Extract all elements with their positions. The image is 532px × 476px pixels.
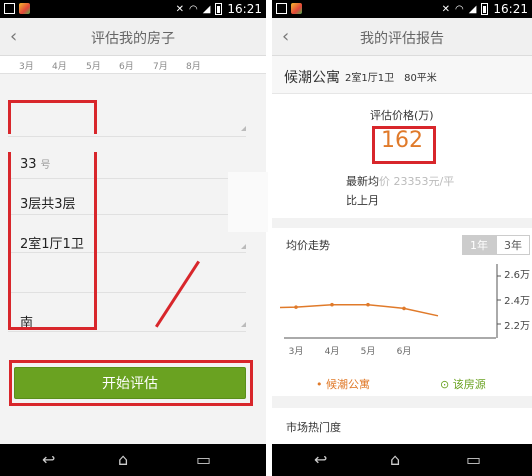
image-icon — [4, 3, 15, 14]
recents-nav-icon[interactable]: ▭ — [196, 450, 211, 469]
battery-icon — [481, 3, 489, 15]
data-point — [366, 302, 370, 307]
month-label: 8月 — [186, 62, 201, 72]
back-nav-icon[interactable]: ↩ — [42, 450, 55, 469]
dropdown-indicator-icon[interactable] — [241, 244, 246, 249]
series-line — [279, 303, 439, 317]
page-title: 我的评估报告 — [360, 31, 444, 47]
data-point — [330, 302, 334, 307]
x-tick-label: 4月 — [325, 346, 340, 357]
month-label: 6月 — [119, 62, 134, 72]
latest-average-value: 价 23353元/平 — [379, 175, 455, 188]
status-left — [276, 3, 302, 14]
signal-icon: ◢ — [202, 3, 211, 15]
back-nav-icon[interactable]: ↩ — [314, 450, 327, 469]
x-label-layer: 3月 4月 5月 6月 — [289, 346, 412, 357]
status-right: ✕ ◠ ◢ 16:21 — [442, 2, 528, 16]
data-point — [294, 305, 298, 309]
battery-icon — [215, 3, 223, 15]
status-bar: ✕ ◠ ◢ 16:21 — [272, 0, 532, 18]
x-tick-label: 5月 — [361, 346, 376, 357]
phone-left-screen: ✕ ◠ ◢ 16:21 ‹ 评估我的房子 3月 4月 5月 6月 7月 8月 3… — [0, 0, 266, 476]
market-heat-card: 市场热门度 — [272, 408, 532, 444]
status-time: 16:21 — [227, 2, 262, 16]
gap-highlight — [228, 172, 268, 232]
month-compare: 比上月 — [346, 194, 379, 207]
mute-icon: ✕ — [175, 3, 184, 15]
latest-average: 最新均价 23353元/平 — [346, 173, 454, 189]
nav-bar: ‹ 我的评估报告 — [272, 18, 532, 56]
trend-card: 均价走势 1年 3年 2.6万 2.4万 2.2万 3月 4月 5月 6月 • 候潮公… — [272, 228, 532, 396]
month-label: 5月 — [86, 62, 101, 72]
home-nav-icon[interactable]: ⌂ — [118, 450, 128, 469]
page-title: 评估我的房子 — [91, 31, 175, 47]
series-layer — [279, 302, 439, 317]
month-row: 3月 4月 5月 6月 7月 8月 — [0, 56, 266, 74]
app-icon — [291, 3, 302, 14]
month-label: 3月 — [19, 62, 34, 72]
status-left — [4, 3, 30, 14]
legend-estate[interactable]: • 候潮公寓 — [316, 376, 370, 392]
month-label: 7月 — [153, 62, 168, 72]
month-label: 4月 — [52, 62, 67, 72]
estate-header: 候潮公寓 2室1厅1卫 80平米 — [272, 56, 532, 94]
price-card: 评估价格(万) 162 最新均价 23353元/平 比上月 — [272, 94, 532, 218]
x-tick-label: 6月 — [397, 346, 412, 357]
app-icon — [19, 3, 30, 14]
field-divider — [8, 331, 246, 332]
annotation-arrow-line — [155, 260, 200, 328]
system-nav-bar: ↩ ⌂ ▭ — [272, 444, 532, 476]
wifi-icon: ◠ — [188, 3, 198, 15]
start-evaluation-button[interactable]: 开始评估 — [14, 367, 246, 399]
status-right: ✕ ◠ ◢ 16:21 — [176, 2, 262, 16]
system-nav-bar: ↩ ⌂ ▭ — [0, 444, 266, 476]
estate-info: 2室1厅1卫 80平米 — [345, 73, 437, 84]
nav-bar: ‹ 评估我的房子 — [0, 18, 266, 56]
price-label: 评估价格(万) — [370, 109, 434, 122]
dropdown-indicator-icon[interactable] — [241, 322, 246, 327]
home-nav-icon[interactable]: ⌂ — [390, 450, 400, 469]
mute-icon: ✕ — [441, 3, 450, 15]
price-trend-chart: 3月 4月 5月 6月 — [279, 264, 501, 357]
annotation-bracket — [8, 152, 12, 330]
latest-average-label: 最新均 — [346, 175, 379, 188]
image-icon — [276, 3, 287, 14]
market-heat-title: 市场热门度 — [286, 421, 341, 434]
estate-name: 候潮公寓 — [284, 70, 340, 86]
status-bar: ✕ ◠ ◢ 16:21 — [0, 0, 266, 18]
dropdown-indicator-icon[interactable] — [241, 126, 246, 131]
legend-house[interactable]: ⊙ 该房源 — [440, 376, 486, 392]
wifi-icon: ◠ — [454, 3, 464, 15]
status-time: 16:21 — [493, 2, 528, 16]
annotation-bracket — [8, 100, 97, 134]
estimated-price: 162 — [381, 128, 423, 153]
signal-icon: ◢ — [468, 3, 477, 15]
data-point — [402, 306, 406, 311]
recents-nav-icon[interactable]: ▭ — [466, 450, 481, 469]
x-tick-label: 3月 — [289, 346, 304, 357]
field-divider — [8, 136, 246, 137]
phone-right-screen: ✕ ◠ ◢ 16:21 ‹ 我的评估报告 候潮公寓 2室1厅1卫 80平米 评估… — [272, 0, 532, 476]
annotation-bracket — [8, 152, 97, 330]
